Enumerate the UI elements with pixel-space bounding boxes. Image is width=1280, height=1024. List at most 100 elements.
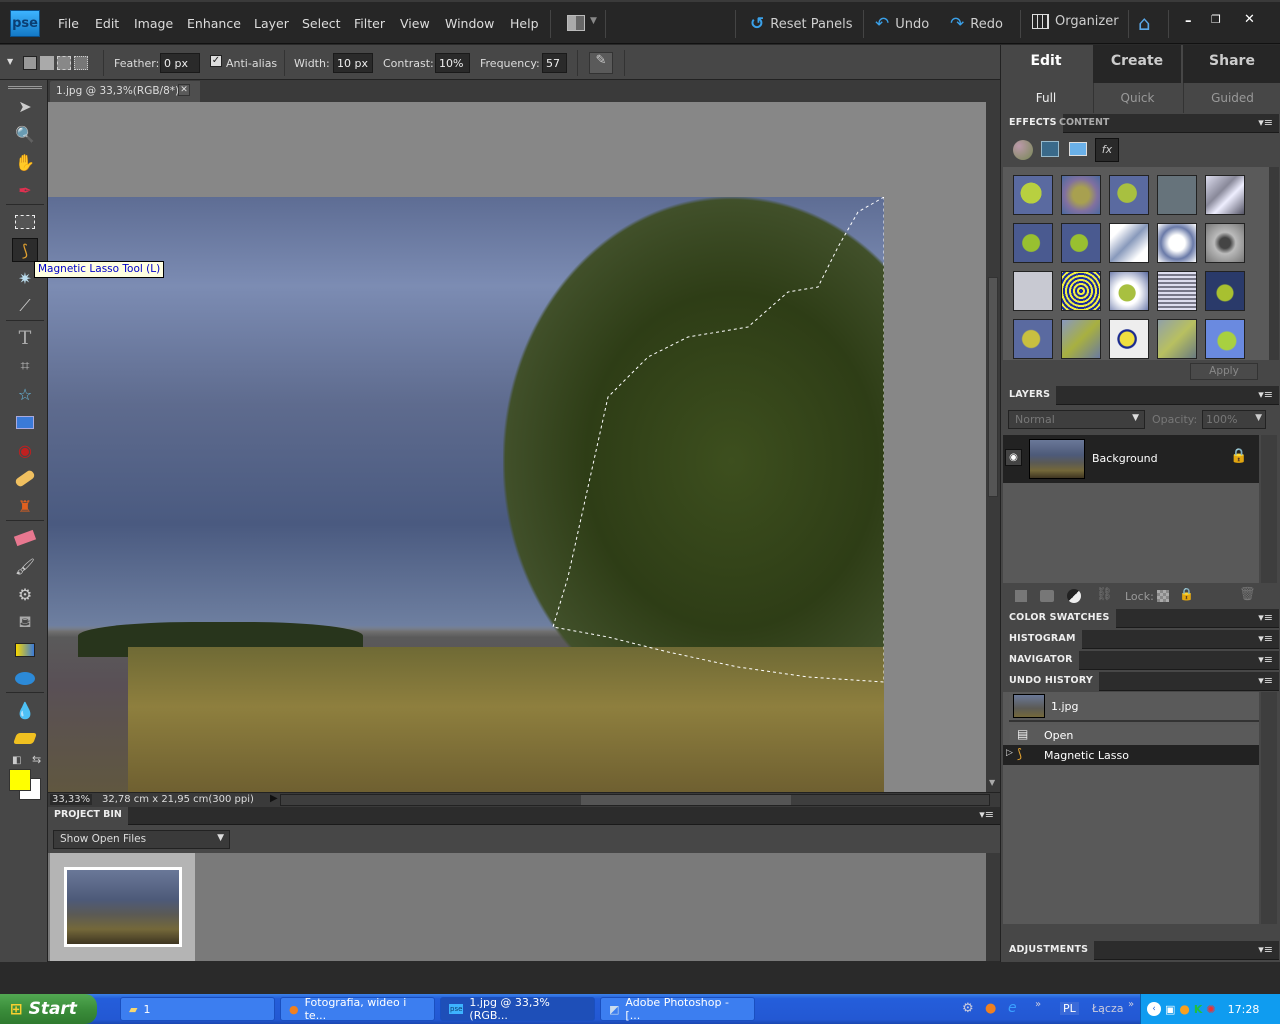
rectangular-marquee-tool-icon[interactable] — [12, 210, 38, 234]
effects-scrollbar[interactable] — [1269, 167, 1279, 360]
brush-tool-icon[interactable]: 🖌 — [12, 554, 38, 578]
language-indicator[interactable]: PL — [1060, 1002, 1079, 1015]
default-colors-icon[interactable]: ◧ — [12, 755, 21, 766]
straighten-tool-icon[interactable] — [12, 410, 38, 434]
restore-icon[interactable]: ❐ — [1211, 13, 1221, 26]
layer-styles-category-icon[interactable] — [1041, 141, 1059, 157]
effect-thumbnail[interactable] — [1013, 319, 1053, 359]
blur-tool-icon[interactable]: 💧 — [12, 698, 38, 722]
history-snapshot[interactable]: 1.jpg — [1009, 692, 1259, 722]
taskbar-item-pse[interactable]: pse 1.jpg @ 33,3% (RGB... — [440, 996, 595, 1022]
swap-colors-icon[interactable]: ⇆ — [32, 753, 41, 766]
clone-stamp-tool-icon[interactable]: ♜ — [12, 494, 38, 518]
tab-create[interactable]: Create — [1093, 45, 1181, 83]
menu-help[interactable]: Help — [510, 16, 539, 31]
canvas-area[interactable] — [48, 102, 986, 792]
minimize-icon[interactable]: – — [1185, 14, 1192, 29]
all-effects-icon[interactable]: fx — [1095, 138, 1119, 162]
hand-tool-icon[interactable]: ✋ — [12, 150, 38, 174]
chevron-down-icon[interactable]: ▼ — [590, 16, 597, 26]
taskbar-item-photoshop[interactable]: ◩ Adobe Photoshop - [... — [600, 996, 755, 1022]
new-layer-icon[interactable] — [1015, 590, 1027, 602]
quick-selection-tool-icon[interactable]: ⟋ — [12, 294, 38, 318]
color-swatches-panel-header[interactable]: COLOR SWATCHES ▾≡ — [1003, 609, 1279, 628]
effect-thumbnail[interactable] — [1109, 319, 1149, 359]
type-tool-icon[interactable]: T — [12, 326, 38, 350]
panel-menu-icon[interactable]: ▾≡ — [1258, 674, 1273, 687]
trash-icon[interactable]: 🗑 — [1239, 587, 1256, 602]
magnetic-lasso-tool-icon[interactable]: ⟆ — [12, 238, 38, 262]
menu-view[interactable]: View — [400, 16, 430, 31]
red-eye-tool-icon[interactable]: ◉ — [12, 438, 38, 462]
blend-mode-dropdown[interactable]: Normal ▼ — [1008, 410, 1145, 429]
tab-edit[interactable]: Edit — [1001, 45, 1091, 83]
tool-preset-dropdown[interactable]: ▼ — [7, 57, 13, 66]
status-menu-arrow[interactable]: ▶ — [270, 793, 278, 804]
effect-thumbnail[interactable] — [1157, 175, 1197, 215]
tray-expand-icon[interactable]: ‹ — [1147, 1002, 1161, 1016]
feather-input[interactable]: 0 px — [160, 53, 200, 73]
redo-button[interactable]: ↷ Redo — [950, 14, 1003, 34]
reset-panels-button[interactable]: ↺ Reset Panels — [750, 14, 853, 34]
organizer-button[interactable]: Organizer — [1032, 14, 1119, 29]
move-tool-icon[interactable]: ➤ — [12, 94, 38, 118]
panel-menu-icon[interactable]: ▾≡ — [979, 808, 994, 821]
zoom-tool-icon[interactable]: 🔍 — [12, 122, 38, 146]
intersect-selection-icon[interactable] — [74, 56, 88, 70]
bin-scrollbar[interactable] — [986, 853, 1000, 961]
show-open-files-dropdown[interactable]: Show Open Files ▼ — [53, 830, 230, 849]
effect-thumbnail[interactable] — [1109, 223, 1149, 263]
effect-thumbnail[interactable] — [1061, 223, 1101, 263]
eraser-tool-icon[interactable] — [12, 526, 38, 550]
layers-scrollbar[interactable] — [1261, 435, 1277, 583]
menu-filter[interactable]: Filter — [354, 16, 385, 31]
add-mask-icon[interactable] — [1040, 590, 1054, 602]
crop-tool-icon[interactable]: ⌗ — [12, 354, 38, 378]
effect-thumbnail[interactable] — [1205, 223, 1245, 263]
spot-healing-tool-icon[interactable] — [12, 466, 38, 490]
start-button[interactable]: ⊞ Start — [0, 994, 97, 1024]
network-icon[interactable]: ▣ — [1165, 1003, 1175, 1016]
menu-edit[interactable]: Edit — [95, 16, 119, 31]
horizontal-scrollbar[interactable] — [280, 794, 990, 806]
menu-enhance[interactable]: Enhance — [187, 16, 241, 31]
smart-brush-tool-icon[interactable]: ⚙ — [12, 582, 38, 606]
panel-menu-icon[interactable]: ▾≡ — [1258, 116, 1273, 129]
workspace-layout-icon[interactable] — [567, 15, 585, 31]
close-document-icon[interactable]: ✕ — [178, 84, 190, 96]
cookie-cutter-tool-icon[interactable]: ☆ — [12, 382, 38, 406]
taskbar-item-firefox[interactable]: ● Fotografia, wideo i te... — [280, 996, 435, 1022]
layer-row-background[interactable]: ◉ Background 🔒 — [1003, 435, 1259, 483]
eyedropper-tool-icon[interactable]: ✒ — [12, 178, 38, 202]
paint-bucket-tool-icon[interactable]: ⛾ — [12, 610, 38, 634]
menu-file[interactable]: File — [58, 16, 79, 31]
tray-k-icon[interactable]: K — [1194, 1003, 1203, 1016]
effect-thumbnail[interactable] — [1157, 271, 1197, 311]
effect-thumbnail[interactable] — [1013, 223, 1053, 263]
history-step-current[interactable]: ▷ ⟆ Magnetic Lasso — [1003, 745, 1259, 765]
panel-menu-icon[interactable]: ▾≡ — [1258, 611, 1273, 624]
photo-effects-category-icon[interactable] — [1069, 142, 1087, 156]
foreground-color-swatch[interactable] — [9, 769, 31, 791]
effect-thumbnail[interactable] — [1205, 319, 1245, 359]
effect-thumbnail[interactable] — [1061, 271, 1101, 311]
anti-alias-checkbox[interactable]: ✓ — [210, 55, 222, 67]
lock-all-icon[interactable]: 🔒 — [1179, 587, 1194, 601]
effect-thumbnail[interactable] — [1013, 175, 1053, 215]
zoom-level[interactable]: 33,33% — [50, 794, 93, 805]
opacity-input[interactable]: 100% ▼ — [1202, 410, 1266, 429]
scroll-down-icon[interactable]: ▼ — [989, 778, 995, 787]
ie-quicklaunch-icon[interactable]: e — [1008, 1000, 1017, 1016]
document-image[interactable] — [48, 197, 884, 792]
effect-thumbnail[interactable] — [1061, 319, 1101, 359]
panel-menu-icon[interactable]: ▾≡ — [1258, 632, 1273, 645]
panel-menu-icon[interactable]: ▾≡ — [1258, 388, 1273, 401]
filters-category-icon[interactable] — [1013, 140, 1033, 160]
quicklaunch-icon[interactable]: ⚙ — [962, 1001, 974, 1016]
effect-thumbnail[interactable] — [1205, 271, 1245, 311]
effect-thumbnail[interactable] — [1157, 223, 1197, 263]
new-selection-icon[interactable] — [23, 56, 37, 70]
subtab-quick[interactable]: Quick — [1093, 83, 1181, 113]
menu-select[interactable]: Select — [302, 16, 341, 31]
vertical-scrollbar[interactable]: ▼ — [986, 102, 1000, 792]
